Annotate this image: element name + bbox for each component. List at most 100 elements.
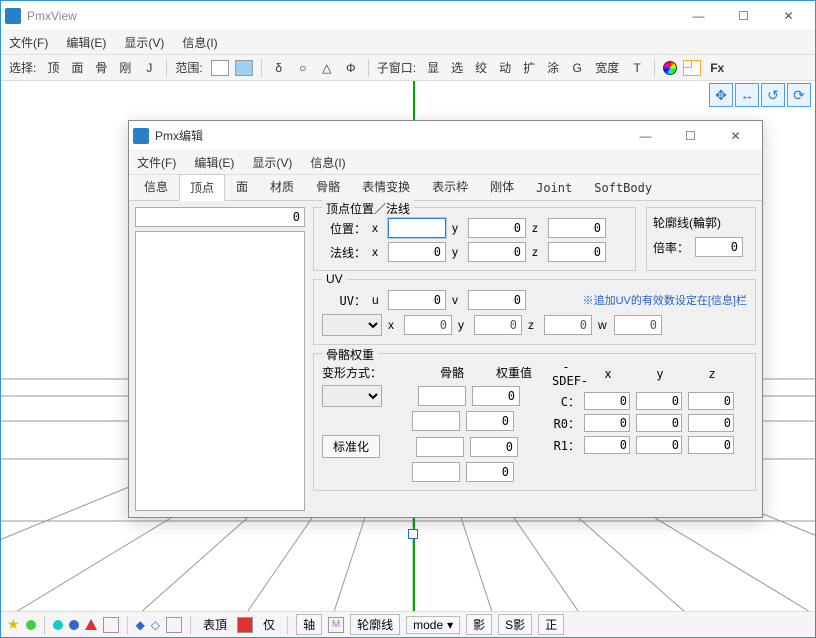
grid4-icon[interactable]: [683, 60, 701, 76]
sym-phi[interactable]: Φ: [342, 59, 360, 77]
dialog-titlebar[interactable]: Pmx编辑 — ☐ ✕: [129, 121, 762, 151]
cyan-dot-icon[interactable]: [53, 620, 63, 630]
pos-x-input[interactable]: [388, 218, 446, 238]
subwin-2[interactable]: 绞: [472, 59, 490, 77]
rotate-tool-icon[interactable]: ↺: [761, 83, 785, 107]
mode-button[interactable]: mode▾: [406, 616, 460, 634]
uv-u-input[interactable]: [388, 290, 446, 310]
bone-0-input[interactable]: [418, 386, 466, 406]
diamond-icon[interactable]: ◇: [151, 618, 160, 632]
sym-circle[interactable]: ○: [294, 59, 312, 77]
norm-y-input[interactable]: [468, 242, 526, 262]
shadow-button[interactable]: 影: [466, 614, 492, 635]
close-button[interactable]: ✕: [766, 2, 811, 30]
tab-material[interactable]: 材质: [259, 173, 305, 200]
sel-bone[interactable]: 骨: [92, 59, 110, 77]
bone-icon[interactable]: ◆: [136, 618, 145, 632]
blank-box-icon[interactable]: [166, 617, 182, 633]
subwin-8[interactable]: T: [628, 59, 646, 77]
sshadow-button[interactable]: S影: [498, 614, 532, 635]
origin-handle[interactable]: [408, 529, 418, 539]
subwin-3[interactable]: 动: [496, 59, 514, 77]
dialog-maximize-button[interactable]: ☐: [668, 122, 713, 150]
tab-bone[interactable]: 骨骼: [305, 173, 351, 200]
menu-file[interactable]: 文件(F): [9, 34, 48, 51]
outline-button[interactable]: 轮廓线: [350, 614, 400, 635]
normal-button[interactable]: 正: [538, 614, 564, 635]
minimize-button[interactable]: —: [676, 2, 721, 30]
vertex-list[interactable]: [135, 231, 305, 511]
status-item-0[interactable]: 表頂: [199, 616, 231, 633]
dmenu-file[interactable]: 文件(F): [137, 154, 176, 171]
tab-info[interactable]: 信息: [133, 173, 179, 200]
status-item-1[interactable]: 仅: [259, 616, 279, 633]
sdef-r1-x[interactable]: [584, 436, 630, 454]
menu-edit[interactable]: 编辑(E): [66, 34, 106, 51]
dmenu-view[interactable]: 显示(V): [252, 154, 292, 171]
green-dot-icon[interactable]: [26, 620, 36, 630]
weight-3-input[interactable]: [466, 462, 514, 482]
tab-rigid[interactable]: 刚体: [479, 173, 525, 200]
uv-extra-select[interactable]: [322, 314, 382, 336]
subwin-7[interactable]: 宽度: [592, 59, 622, 77]
color-wheel-icon[interactable]: [663, 61, 677, 75]
normalize-button[interactable]: 标准化: [322, 435, 380, 458]
axis-icon[interactable]: M: [328, 617, 344, 633]
sel-vertex[interactable]: 顶: [44, 59, 62, 77]
sdef-r0-y[interactable]: [636, 414, 682, 432]
norm-x-input[interactable]: [388, 242, 446, 262]
move-tool-icon[interactable]: ↔: [735, 83, 759, 107]
sdef-r0-z[interactable]: [688, 414, 734, 432]
tab-softbody[interactable]: SoftBody: [583, 176, 663, 200]
sdef-r1-z[interactable]: [688, 436, 734, 454]
range-rect-icon[interactable]: [211, 60, 229, 76]
uv-v-input[interactable]: [468, 290, 526, 310]
red-triangle-icon[interactable]: [85, 619, 97, 630]
sym-triangle[interactable]: △: [318, 59, 336, 77]
sdef-c-z[interactable]: [688, 392, 734, 410]
menu-info[interactable]: 信息(I): [182, 34, 217, 51]
main-titlebar[interactable]: PmxView — ☐ ✕: [1, 1, 815, 31]
sdef-r0-x[interactable]: [584, 414, 630, 432]
blue-dot-icon[interactable]: [69, 620, 79, 630]
dmenu-info[interactable]: 信息(I): [310, 154, 345, 171]
subwin-5[interactable]: 涂: [544, 59, 562, 77]
pos-z-input[interactable]: [548, 218, 606, 238]
pan-tool-icon[interactable]: ✥: [709, 83, 733, 107]
subwin-4[interactable]: 扩: [520, 59, 538, 77]
fx-button[interactable]: Fx: [707, 59, 727, 77]
outline-rate-input[interactable]: [695, 237, 743, 257]
bone-2-input[interactable]: [416, 437, 464, 457]
dialog-minimize-button[interactable]: —: [623, 122, 668, 150]
red-box-icon[interactable]: [237, 617, 253, 633]
bone-3-input[interactable]: [412, 462, 460, 482]
star-icon[interactable]: ★: [7, 616, 20, 633]
tab-vertex[interactable]: 顶点: [179, 174, 225, 201]
weight-2-input[interactable]: [470, 437, 518, 457]
weight-1-input[interactable]: [466, 411, 514, 431]
range-fill-icon[interactable]: [235, 60, 253, 76]
vertex-index-input[interactable]: [135, 207, 305, 227]
tab-face[interactable]: 面: [225, 173, 259, 200]
weight-0-input[interactable]: [472, 386, 520, 406]
tab-morph[interactable]: 表情变换: [351, 173, 421, 200]
tab-joint[interactable]: Joint: [525, 176, 583, 200]
sel-face[interactable]: 面: [68, 59, 86, 77]
empty-box-icon[interactable]: [103, 617, 119, 633]
sdef-c-x[interactable]: [584, 392, 630, 410]
pos-y-input[interactable]: [468, 218, 526, 238]
menu-view[interactable]: 显示(V): [124, 34, 164, 51]
subwin-0[interactable]: 显: [424, 59, 442, 77]
tab-display[interactable]: 表示枠: [421, 173, 479, 200]
axis-button[interactable]: 轴: [296, 614, 322, 635]
sdef-r1-y[interactable]: [636, 436, 682, 454]
subwin-6[interactable]: G: [568, 59, 586, 77]
sym-delta[interactable]: δ: [270, 59, 288, 77]
dialog-close-button[interactable]: ✕: [713, 122, 758, 150]
zoom-tool-icon[interactable]: ⟳: [787, 83, 811, 107]
sdef-c-y[interactable]: [636, 392, 682, 410]
norm-z-input[interactable]: [548, 242, 606, 262]
deform-type-select[interactable]: [322, 385, 382, 407]
sel-rigid[interactable]: 刚: [116, 59, 134, 77]
dmenu-edit[interactable]: 编辑(E): [194, 154, 234, 171]
